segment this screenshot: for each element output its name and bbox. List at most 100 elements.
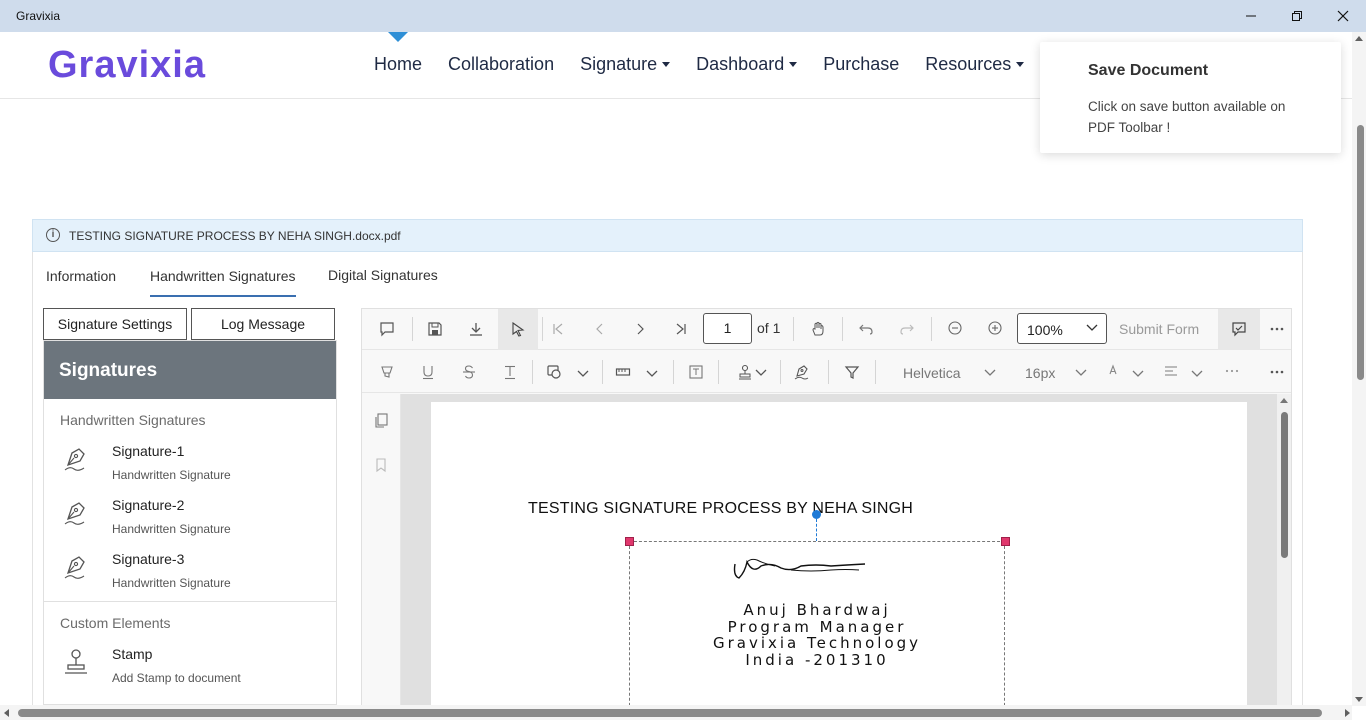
resize-handle-top-right[interactable] [1001, 537, 1010, 546]
chevron-down-icon[interactable] [979, 362, 1001, 384]
minimize-button[interactable] [1228, 0, 1274, 32]
tab-information[interactable]: Information [46, 268, 116, 284]
page-number-input[interactable]: 1 [703, 313, 752, 344]
nav-signature[interactable]: Signature [580, 54, 671, 75]
toolbar-separator [842, 317, 843, 341]
rotate-handle[interactable] [812, 510, 821, 519]
scrollbar-thumb[interactable] [18, 709, 1322, 717]
pdf-annotation-toolbar: Helvetica 16px [362, 351, 1291, 393]
pdf-page[interactable]: TESTING SIGNATURE PROCESS BY NEHA SINGH … [431, 402, 1247, 705]
toolbar-separator [780, 360, 781, 384]
nav-purchase[interactable]: Purchase [823, 54, 899, 75]
signature-settings-button[interactable]: Signature Settings [43, 308, 187, 340]
shapes-icon[interactable] [543, 361, 565, 383]
nav-collaboration[interactable]: Collaboration [448, 54, 554, 75]
file-info-bar: i TESTING SIGNATURE PROCESS BY NEHA SING… [32, 219, 1303, 252]
signature-name: Signature-3 [112, 551, 185, 567]
undo-icon[interactable] [855, 318, 877, 340]
font-color-icon[interactable] [1102, 360, 1124, 382]
viewer-vertical-scrollbar[interactable] [1277, 394, 1291, 705]
zoom-select[interactable]: 100% [1017, 313, 1107, 344]
toast-message: Click on save button available on PDF To… [1088, 99, 1286, 135]
tab-digital-signatures[interactable]: Digital Signatures [328, 267, 438, 283]
chevron-down-icon[interactable] [1186, 363, 1208, 385]
toolbar-separator [931, 317, 932, 341]
bookmark-icon[interactable] [370, 454, 392, 476]
signature-pen-icon [64, 556, 85, 579]
restore-button[interactable] [1274, 0, 1320, 32]
signatures-header: Signatures [44, 341, 336, 399]
scrollbar-thumb[interactable] [1357, 125, 1364, 380]
previous-page-icon[interactable] [589, 318, 611, 340]
restore-icon [1292, 11, 1302, 21]
scroll-right-icon[interactable] [1345, 709, 1350, 717]
text-properties-icon[interactable] [1221, 360, 1243, 382]
font-family-select[interactable]: Helvetica [903, 365, 961, 381]
handwritten-signature-image [733, 558, 866, 579]
zoom-out-icon[interactable] [944, 317, 966, 339]
pdf-canvas-area[interactable]: TESTING SIGNATURE PROCESS BY NEHA SINGH … [401, 394, 1291, 705]
download-icon[interactable] [465, 318, 487, 340]
signature-pen-icon [64, 502, 85, 525]
logo[interactable]: Gravixia [48, 44, 206, 87]
signer-company: Gravixia Technology [712, 634, 922, 652]
custom-elements-title: Custom Elements [60, 615, 171, 631]
chevron-down-icon[interactable] [641, 363, 663, 385]
next-page-icon[interactable] [629, 318, 651, 340]
scrollbar-thumb[interactable] [1281, 412, 1288, 558]
close-button[interactable] [1320, 0, 1366, 32]
selection-cursor-icon[interactable] [507, 318, 529, 340]
last-page-icon[interactable] [670, 318, 692, 340]
signature-type: Handwritten Signature [112, 522, 231, 536]
save-icon[interactable] [424, 318, 446, 340]
scroll-left-icon[interactable] [4, 709, 9, 717]
toast-title: Save Document [1088, 62, 1209, 79]
pan-hand-icon[interactable] [807, 318, 829, 340]
rotate-guide-line [816, 519, 817, 541]
nav-dashboard[interactable]: Dashboard [696, 54, 798, 75]
toolbar-separator [542, 317, 543, 341]
stamp-icon [65, 649, 87, 674]
comment-panel-icon[interactable] [1228, 318, 1250, 340]
signature-tool-icon[interactable] [791, 361, 813, 383]
scroll-up-icon[interactable] [1355, 36, 1363, 41]
chevron-down-icon[interactable] [750, 362, 772, 384]
text-align-icon[interactable] [1160, 360, 1182, 382]
signer-name: Anuj Bhardwaj [743, 601, 891, 619]
signature-item-1[interactable]: Signature-1 Handwritten Signature [44, 439, 336, 493]
page-horizontal-scrollbar[interactable] [0, 705, 1352, 720]
free-text-icon[interactable] [685, 361, 707, 383]
first-page-icon[interactable] [547, 318, 569, 340]
more-options-icon[interactable] [1266, 318, 1288, 340]
zoom-in-icon[interactable] [984, 317, 1006, 339]
signature-item-3[interactable]: Signature-3 Handwritten Signature [44, 547, 336, 601]
caret-down-icon [1016, 62, 1025, 67]
page-thumbnails-icon[interactable] [370, 409, 392, 431]
signer-location: India -201310 [745, 650, 889, 669]
log-message-button[interactable]: Log Message [191, 308, 335, 340]
measure-ruler-icon[interactable] [612, 361, 634, 383]
stamp-item[interactable]: Stamp Add Stamp to document [44, 642, 336, 696]
nav-resources[interactable]: Resources [925, 54, 1025, 75]
chevron-down-icon[interactable] [1070, 362, 1092, 384]
nav-home[interactable]: Home [374, 54, 422, 75]
submit-form-button[interactable]: Submit Form [1119, 321, 1199, 337]
page-vertical-scrollbar[interactable] [1352, 32, 1366, 706]
signature-pen-icon [64, 448, 85, 471]
text-markup-icon[interactable] [499, 361, 521, 383]
resize-handle-top-left[interactable] [625, 537, 634, 546]
strikethrough-icon[interactable] [458, 361, 480, 383]
signature-item-2[interactable]: Signature-2 Handwritten Signature [44, 493, 336, 547]
scroll-down-icon[interactable] [1355, 697, 1363, 702]
underline-icon[interactable] [417, 361, 439, 383]
chevron-down-icon[interactable] [572, 363, 594, 385]
more-options-icon[interactable] [1266, 361, 1288, 383]
form-fields-icon[interactable] [841, 361, 863, 383]
comment-icon[interactable] [376, 318, 398, 340]
tab-handwritten-signatures[interactable]: Handwritten Signatures [150, 268, 296, 297]
highlight-icon[interactable] [376, 361, 398, 383]
scroll-up-icon[interactable] [1280, 398, 1288, 403]
chevron-down-icon[interactable] [1127, 363, 1149, 385]
font-size-select[interactable]: 16px [1025, 365, 1055, 381]
redo-icon[interactable] [896, 318, 918, 340]
